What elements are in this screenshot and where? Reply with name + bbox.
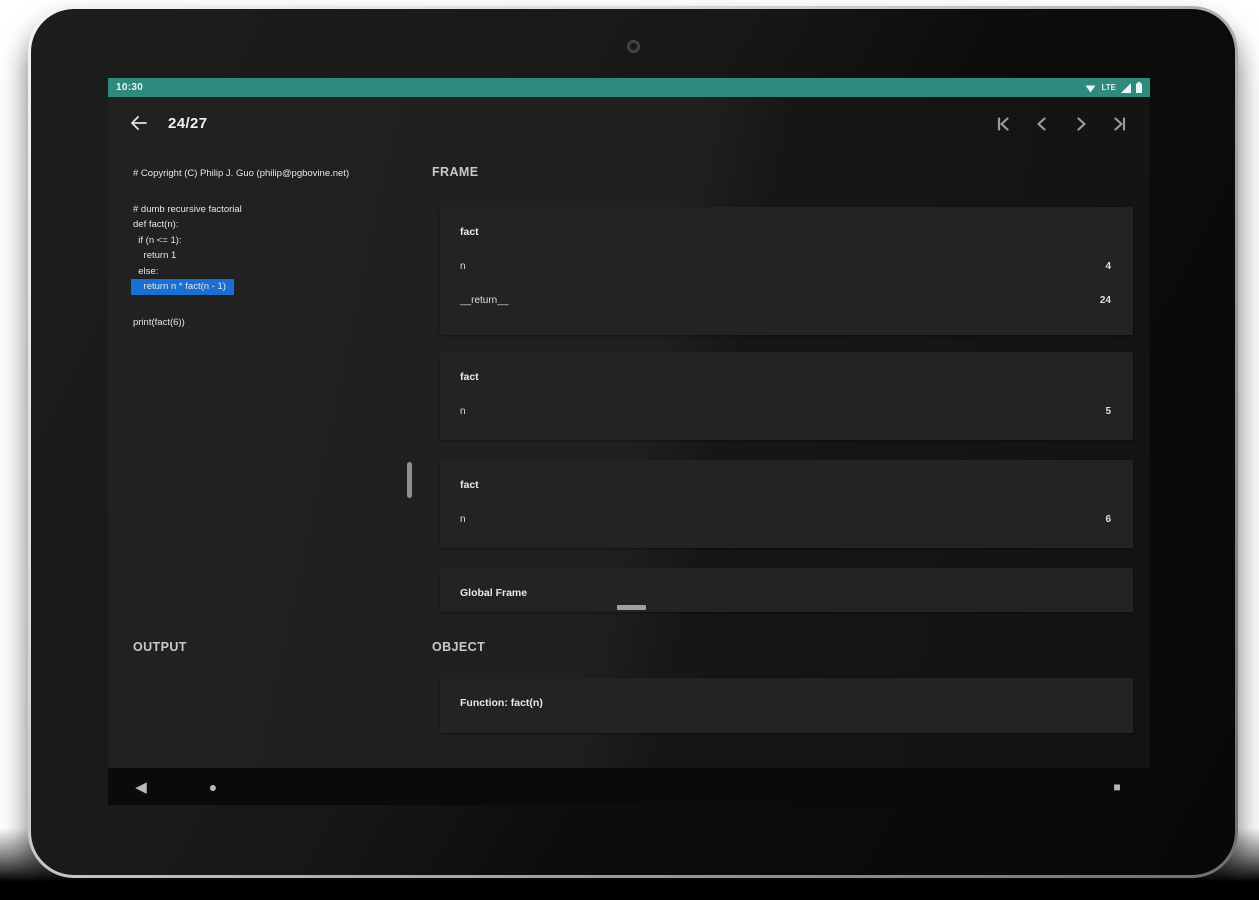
code-line: def fact(n):	[133, 219, 179, 230]
variable-row: n 4	[460, 260, 1111, 273]
lte-label: LTE	[1101, 83, 1116, 92]
previous-step-button[interactable]	[1035, 117, 1049, 131]
frame-title: fact	[460, 479, 479, 491]
back-triangle-icon: ◀	[135, 778, 147, 796]
code-line: if (n <= 1):	[133, 234, 182, 246]
last-step-button[interactable]	[1113, 117, 1127, 131]
frame-section-header: FRAME	[432, 165, 479, 179]
status-bar: 10:30 LTE	[108, 78, 1150, 97]
current-code-line: return n * fact(n - 1)	[131, 279, 234, 295]
variable-name: n	[460, 514, 466, 525]
variable-row: __return__ 24	[460, 294, 1111, 307]
back-button[interactable]	[130, 115, 150, 133]
front-camera	[627, 40, 640, 53]
frame-card[interactable]: fact n 6	[440, 460, 1133, 548]
output-section-header: OUTPUT	[133, 640, 187, 654]
android-back-button[interactable]: ◀	[128, 768, 154, 805]
app-screen: 10:30 LTE 24/27 # Copyright (C) Philip J…	[108, 78, 1150, 805]
code-line: return 1	[133, 250, 177, 261]
step-counter: 24/27	[168, 115, 208, 132]
next-step-button[interactable]	[1074, 117, 1088, 131]
object-label: Function: fact(n)	[460, 697, 543, 709]
variable-row: n 5	[460, 405, 1111, 418]
frame-card[interactable]: fact n 5	[440, 352, 1133, 440]
android-nav-bar: ◀ ● ■	[108, 768, 1150, 805]
frame-title: fact	[460, 371, 479, 383]
arrow-left-icon	[130, 115, 150, 131]
clock: 10:30	[116, 82, 144, 93]
variable-value: 4	[1105, 261, 1111, 272]
android-recents-button[interactable]: ■	[1104, 768, 1130, 805]
wifi-icon	[1085, 83, 1096, 93]
page: 10:30 LTE 24/27 # Copyright (C) Philip J…	[0, 0, 1259, 900]
global-frame-card[interactable]: Global Frame	[440, 568, 1133, 612]
object-card[interactable]: Function: fact(n)	[440, 678, 1133, 733]
variable-name: n	[460, 406, 466, 417]
first-step-button[interactable]	[996, 117, 1010, 131]
recents-square-icon: ■	[1113, 779, 1121, 794]
code-line: # dumb recursive factorial	[133, 203, 242, 215]
variable-name: __return__	[460, 295, 509, 306]
step-navigation	[996, 117, 1127, 131]
variable-value: 5	[1105, 406, 1111, 417]
battery-icon	[1136, 82, 1142, 93]
frame-title: fact	[460, 226, 479, 238]
variable-name: n	[460, 261, 466, 272]
variable-value: 24	[1099, 295, 1111, 306]
toolbar: 24/27	[108, 97, 1150, 149]
home-circle-icon: ●	[208, 778, 218, 795]
frame-title: Global Frame	[460, 587, 528, 599]
code-line: print(fact(6))	[133, 316, 185, 328]
object-section-header: OBJECT	[432, 640, 486, 654]
code-line: # Copyright (C) Philip J. Guo (philip@pg…	[133, 168, 350, 179]
code-line: else:	[133, 265, 159, 277]
frame-card[interactable]: fact n 4 __return__ 24	[440, 207, 1133, 335]
code-panel: # Copyright (C) Philip J. Guo (philip@pg…	[131, 166, 403, 330]
variable-row: n 6	[460, 513, 1111, 526]
pane-divider-handle[interactable]	[407, 462, 412, 498]
variable-value: 6	[1105, 514, 1111, 525]
horizontal-scrollbar[interactable]	[617, 605, 646, 610]
signal-icon	[1121, 82, 1131, 93]
status-icons: LTE	[1085, 82, 1142, 93]
android-home-button[interactable]: ●	[200, 768, 226, 805]
